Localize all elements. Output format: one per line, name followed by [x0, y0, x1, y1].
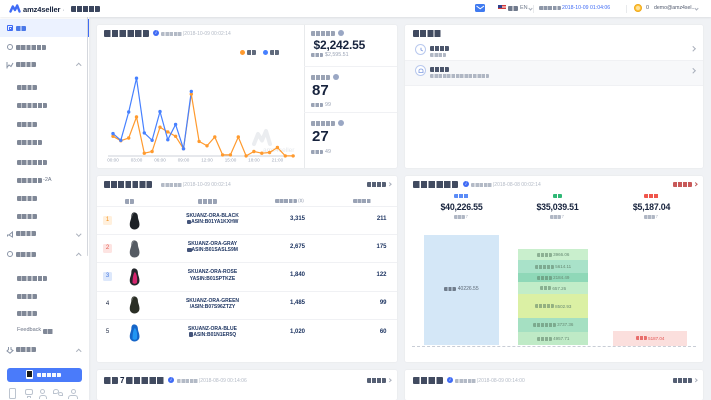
svg-text:06:00: 06:00 [154, 158, 166, 163]
svg-text:21:00: 21:00 [272, 158, 284, 163]
svg-text:12:00: 12:00 [201, 158, 213, 163]
svg-text:00:00: 00:00 [107, 158, 119, 163]
svg-text:09:00: 09:00 [178, 158, 190, 163]
svg-text:15:00: 15:00 [225, 158, 237, 163]
svg-text:03:00: 03:00 [131, 158, 143, 163]
svg-text:18:00: 18:00 [248, 158, 260, 163]
